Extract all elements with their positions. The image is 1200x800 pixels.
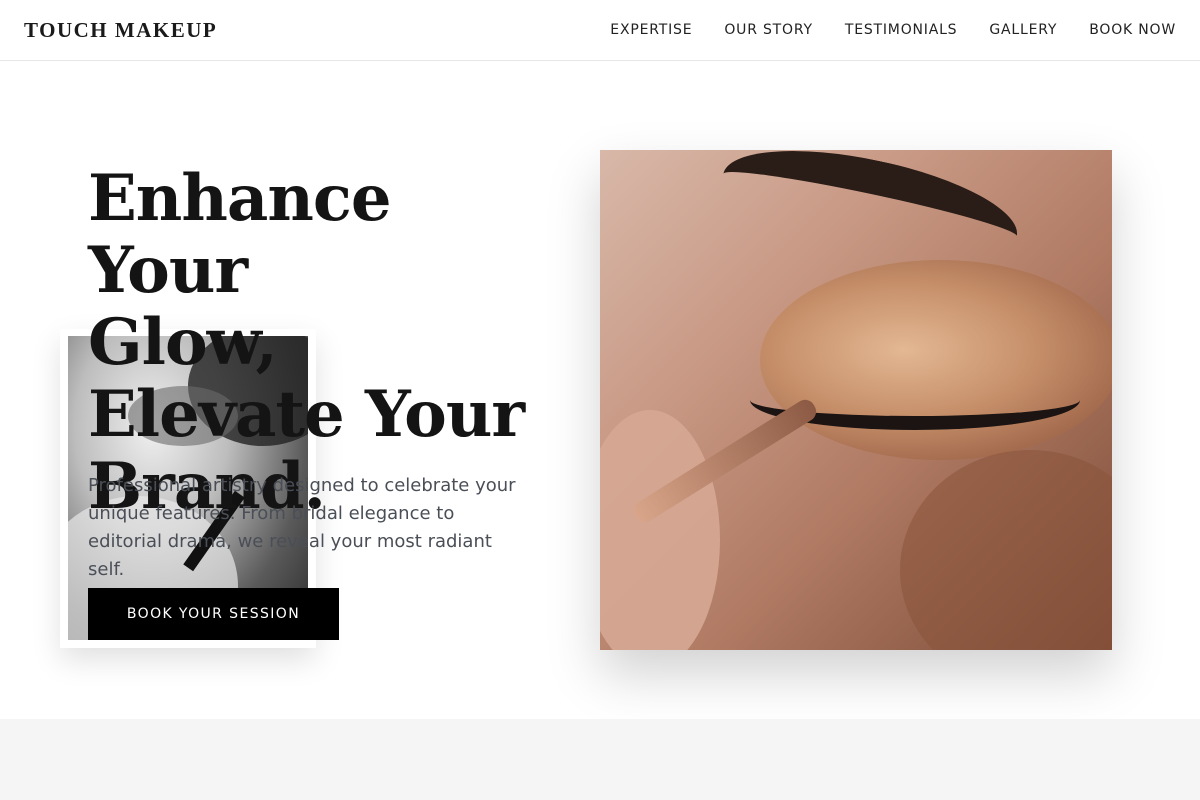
nav-link-gallery[interactable]: GALLERY [989, 22, 1057, 38]
nav-link-our-story[interactable]: OUR STORY [724, 22, 813, 38]
hero-eye-makeup-photo [600, 150, 1112, 650]
hero-headline: Enhance Your Glow, Elevate Your Brand. [88, 163, 568, 523]
next-section-band [0, 719, 1200, 800]
headline-line-3: Elevate Your [88, 377, 525, 452]
nav-link-expertise[interactable]: EXPERTISE [610, 22, 692, 38]
nav-link-testimonials[interactable]: TESTIMONIALS [845, 22, 958, 38]
top-navbar: TOUCH MAKEUP EXPERTISE OUR STORY TESTIMO… [0, 0, 1200, 61]
brand-logo[interactable]: TOUCH MAKEUP [24, 18, 217, 43]
book-session-button[interactable]: BOOK YOUR SESSION [88, 588, 339, 640]
nav-link-book-now[interactable]: BOOK NOW [1089, 22, 1176, 38]
headline-line-1: Enhance Your [88, 161, 392, 308]
main-nav: EXPERTISE OUR STORY TESTIMONIALS GALLERY… [610, 22, 1176, 38]
headline-line-2: Glow, [88, 305, 278, 380]
hero-description: Professional artistry designed to celebr… [88, 475, 516, 580]
hero-section: Enhance Your Glow, Elevate Your Brand. P… [0, 61, 1200, 719]
